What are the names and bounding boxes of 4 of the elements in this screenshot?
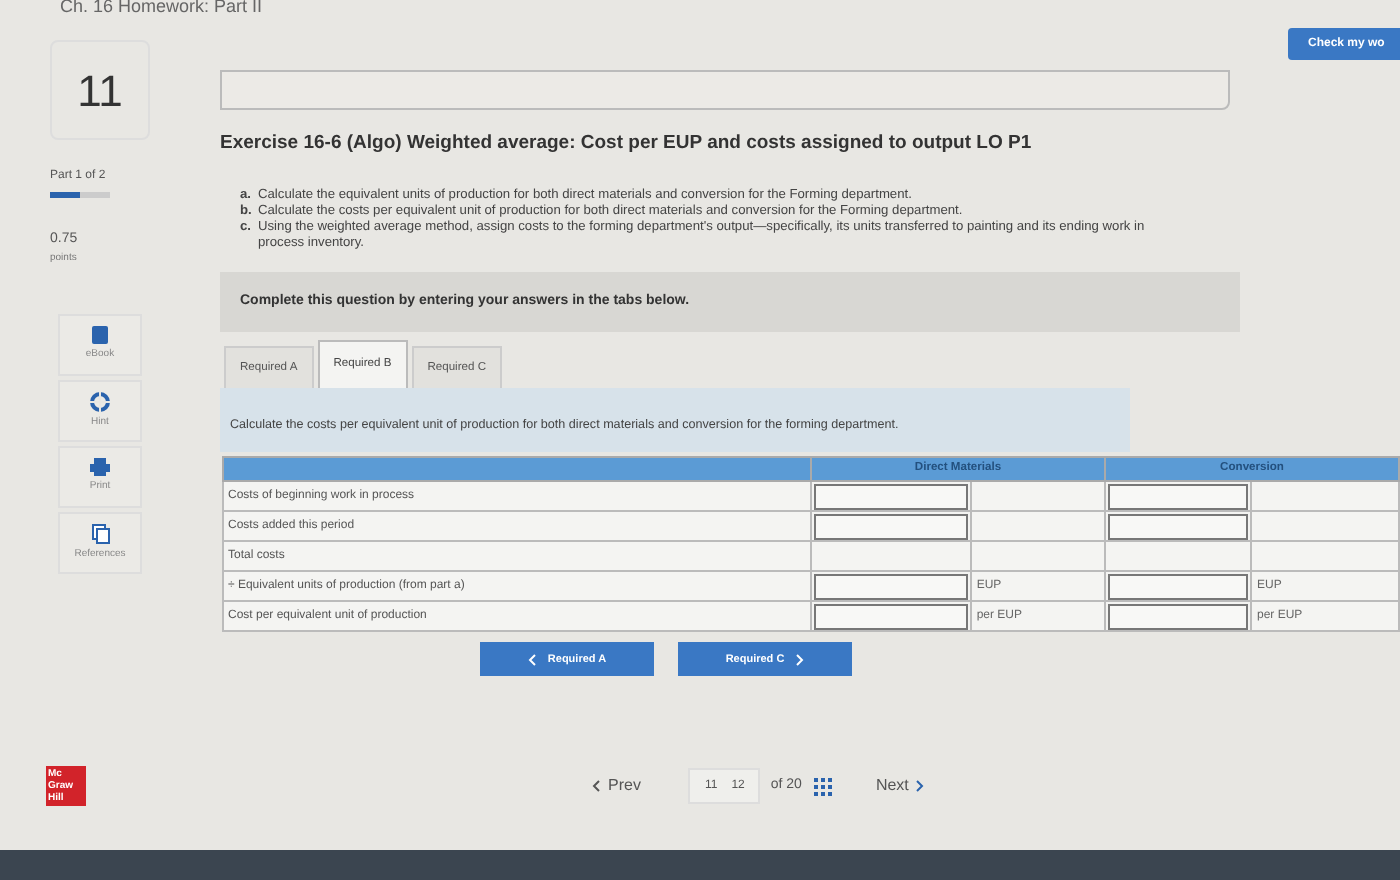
- exercise-title: Exercise 16-6 (Algo) Weighted average: Cost per EUP and costs assigned to output LO P1: [220, 130, 1034, 158]
- question-number: 11: [77, 63, 123, 119]
- next-button[interactable]: Next: [875, 766, 925, 806]
- prev-button[interactable]: Prev: [580, 766, 653, 806]
